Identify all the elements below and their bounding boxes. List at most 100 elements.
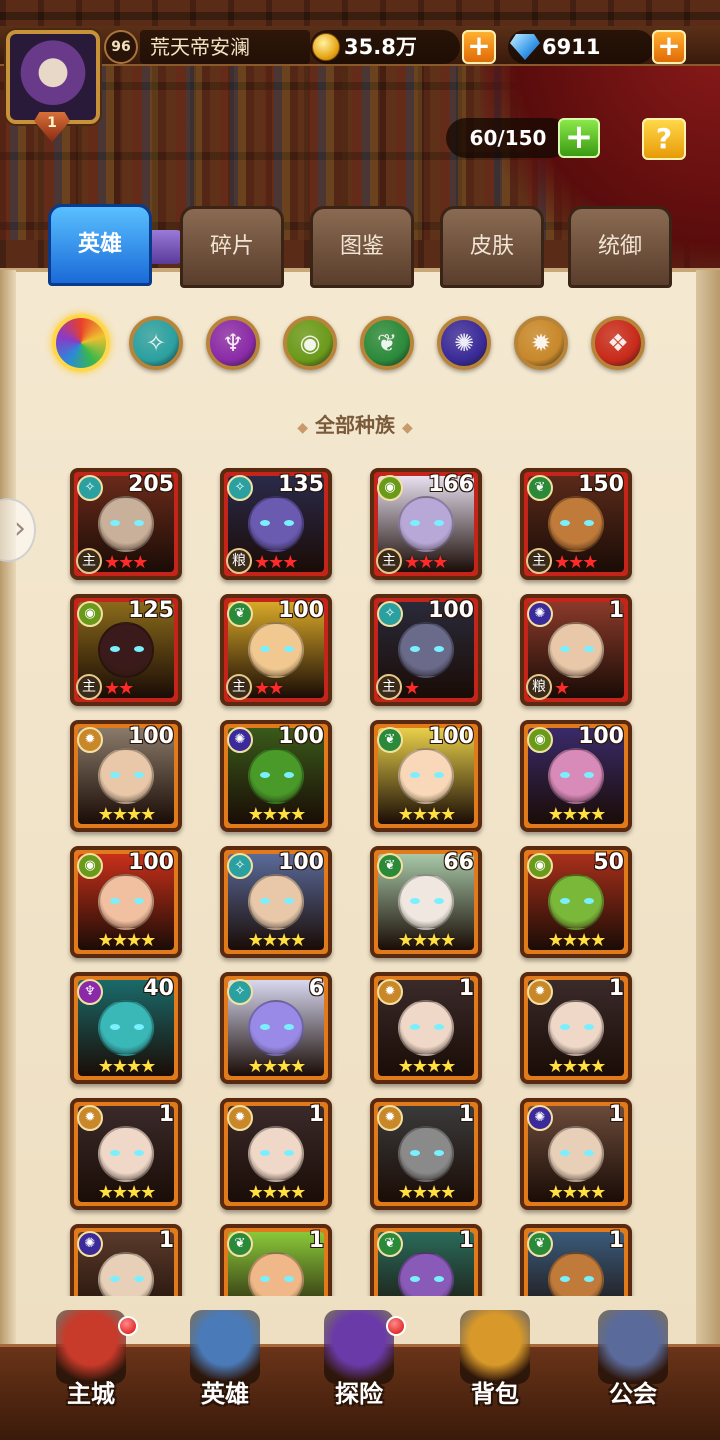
- hero-card[interactable]: ◉ 166 主 ★★★: [370, 468, 482, 580]
- hero-card[interactable]: ✺ 1: [70, 1224, 182, 1296]
- hero-card[interactable]: ♆ 40 ★★★★: [70, 972, 182, 1084]
- hero-card[interactable]: ✺ 1 粮 ★: [520, 594, 632, 706]
- hero-eye: [110, 646, 120, 652]
- help-button[interactable]: ?: [642, 118, 686, 160]
- hero-card[interactable]: ✹ 1 ★★★★: [520, 972, 632, 1084]
- hero-stars: ★★★★: [397, 930, 457, 951]
- hero-card[interactable]: ❦ 1: [520, 1224, 632, 1296]
- add-gem-button[interactable]: +: [652, 30, 686, 64]
- hero-card[interactable]: ◉ 125 主 ★★: [70, 594, 182, 706]
- hero-eye: [260, 520, 270, 526]
- light-race-icon: ✹: [377, 1105, 403, 1131]
- hero-stars: ★★★★: [547, 930, 607, 951]
- tab-heroes[interactable]: 英雄: [48, 204, 152, 286]
- nav-portal[interactable]: 探险: [304, 1300, 414, 1420]
- tab-skins[interactable]: 皮肤: [440, 206, 544, 288]
- tab-fragments[interactable]: 碎片: [180, 206, 284, 288]
- hero-eye: [560, 1150, 570, 1156]
- hero-card[interactable]: ✹ 1 ★★★★: [370, 1098, 482, 1210]
- hero-face: [98, 1000, 154, 1056]
- hero-level: 100: [578, 724, 624, 749]
- fortress-race-icon[interactable]: ✧: [129, 316, 183, 370]
- hero-card[interactable]: ✧ 6 ★★★★: [220, 972, 332, 1084]
- nav-label: 公会: [609, 1380, 657, 1408]
- guild-icon: [598, 1310, 668, 1384]
- hero-face: [248, 1126, 304, 1182]
- hero-level: 100: [278, 724, 324, 749]
- hero-card[interactable]: ✹ 1 ★★★★: [70, 1098, 182, 1210]
- hero-card[interactable]: ❦ 150 主 ★★★: [520, 468, 632, 580]
- shadow-race-icon: ❦: [227, 601, 253, 627]
- hero-level: 1: [458, 1228, 474, 1253]
- hero-level: 100: [278, 598, 324, 623]
- hero-card[interactable]: ✺ 100 ★★★★: [220, 720, 332, 832]
- player-avatar[interactable]: [6, 30, 100, 124]
- hero-level: 1: [608, 598, 624, 623]
- chaos-race-icon[interactable]: ❖: [591, 316, 645, 370]
- add-gold-button[interactable]: +: [462, 30, 496, 64]
- dark-race-icon: ✺: [227, 727, 253, 753]
- hero-eye: [584, 1150, 594, 1156]
- player-name: 荒天帝安澜: [140, 30, 310, 64]
- hero-card[interactable]: ✺ 1 ★★★★: [520, 1098, 632, 1210]
- hero-card[interactable]: ❦ 1: [220, 1224, 332, 1296]
- shadow-race-icon[interactable]: ❦: [360, 316, 414, 370]
- hero-card[interactable]: ✧ 100 主 ★: [370, 594, 482, 706]
- nav-guild[interactable]: 公会: [578, 1300, 688, 1420]
- light-race-icon: ✹: [377, 979, 403, 1005]
- forest-race-icon: ◉: [527, 853, 553, 879]
- hero-card[interactable]: ◉ 100 ★★★★: [70, 846, 182, 958]
- hero-stars: ★: [554, 678, 570, 699]
- hero-stars: ★★★★: [547, 804, 607, 825]
- hero-card[interactable]: ❦ 100 ★★★★: [370, 720, 482, 832]
- dark-race-icon[interactable]: ✺: [437, 316, 491, 370]
- hero-card[interactable]: ◉ 50 ★★★★: [520, 846, 632, 958]
- hero-card[interactable]: ✧ 205 主 ★★★: [70, 468, 182, 580]
- hero-eye: [134, 772, 144, 778]
- light-race-icon: ✹: [527, 979, 553, 1005]
- hero-stars: ★★★★: [547, 1182, 607, 1203]
- dark-race-icon: ✺: [527, 601, 553, 627]
- notification-dot-icon: [386, 1316, 406, 1336]
- hero-eye: [134, 1024, 144, 1030]
- hero-card[interactable]: ❦ 66 ★★★★: [370, 846, 482, 958]
- hero-card[interactable]: ✹ 100 ★★★★: [70, 720, 182, 832]
- shadow-race-icon: ❦: [377, 1231, 403, 1257]
- hero-role-badge: 粮: [226, 548, 252, 574]
- hero-face: [548, 1000, 604, 1056]
- hero-card[interactable]: ❦ 100 主 ★★: [220, 594, 332, 706]
- diamond-ornament-icon: ◆: [401, 420, 413, 436]
- hero-eye: [110, 772, 120, 778]
- hero-level: 1: [458, 1102, 474, 1127]
- expand-capacity-button[interactable]: +: [558, 118, 600, 158]
- nav-hero[interactable]: 英雄: [170, 1300, 280, 1420]
- hero-card[interactable]: ✹ 1 ★★★★: [370, 972, 482, 1084]
- hero-eye: [284, 646, 294, 652]
- hero-eye: [584, 1276, 594, 1282]
- hero-card[interactable]: ✹ 1 ★★★★: [220, 1098, 332, 1210]
- all-races-icon[interactable]: [52, 314, 110, 372]
- hero-card[interactable]: ✧ 100 ★★★★: [220, 846, 332, 958]
- hero-role-badge: 主: [526, 548, 552, 574]
- hero-face: [398, 622, 454, 678]
- hero-eye: [284, 772, 294, 778]
- hero-face: [98, 622, 154, 678]
- tab-collection[interactable]: 图鉴: [310, 206, 414, 288]
- nav-backpack[interactable]: 背包: [440, 1300, 550, 1420]
- hero-card[interactable]: ◉ 100 ★★★★: [520, 720, 632, 832]
- hero-eye: [260, 772, 270, 778]
- hero-face: [398, 1126, 454, 1182]
- hero-card[interactable]: ✧ 135 粮 ★★★: [220, 468, 332, 580]
- hero-eye: [560, 646, 570, 652]
- player-level: 96: [104, 30, 138, 64]
- light-race-icon[interactable]: ✹: [514, 316, 568, 370]
- hero-card[interactable]: ❦ 1: [370, 1224, 482, 1296]
- tab-command[interactable]: 统御: [568, 206, 672, 288]
- hero-eye: [260, 1024, 270, 1030]
- nav-castle[interactable]: 主城: [36, 1300, 146, 1420]
- backpack-icon: [460, 1310, 530, 1384]
- forest-race-icon[interactable]: ◉: [283, 316, 337, 370]
- hero-level: 1: [608, 1228, 624, 1253]
- selected-race-text: 全部种族: [315, 413, 395, 437]
- abyss-race-icon[interactable]: ♆: [206, 316, 260, 370]
